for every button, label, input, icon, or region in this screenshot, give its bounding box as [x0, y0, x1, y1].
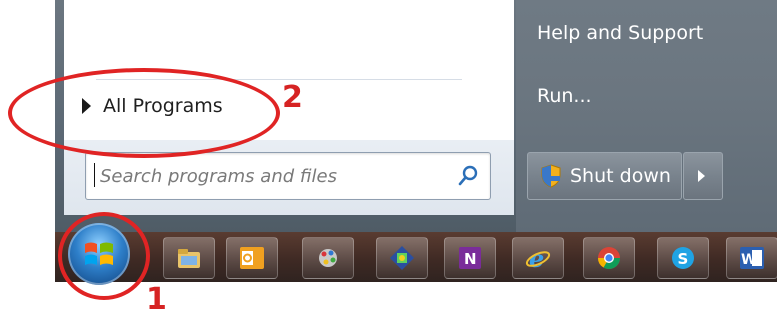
outlook-button[interactable]: [226, 237, 278, 279]
shutdown-options-button[interactable]: [683, 152, 723, 200]
svg-text:W: W: [741, 252, 756, 268]
internet-explorer-button[interactable]: e: [512, 237, 564, 279]
file-explorer-icon: [178, 249, 200, 268]
annotation-label-1: 1: [146, 282, 167, 317]
internet-explorer-icon: e: [525, 244, 551, 272]
shutdown-button[interactable]: Shut down: [527, 152, 682, 200]
outlook-icon: [240, 247, 264, 269]
network-icon: [390, 246, 414, 270]
chrome-button[interactable]: [583, 237, 635, 279]
help-and-support-link[interactable]: Help and Support: [537, 22, 703, 44]
text-caret: [94, 163, 95, 187]
skype-icon: S: [672, 247, 694, 269]
paint-icon: [319, 249, 337, 267]
start-button[interactable]: [68, 223, 130, 285]
onenote-button[interactable]: N: [444, 237, 496, 279]
svg-text:S: S: [678, 250, 689, 268]
menu-separator: [96, 79, 462, 80]
word-icon: W: [740, 247, 764, 269]
skype-button[interactable]: S: [657, 237, 709, 279]
expand-arrow-icon: [82, 98, 91, 114]
run-link[interactable]: Run...: [537, 85, 592, 107]
shutdown-label: Shut down: [570, 165, 671, 187]
svg-text:N: N: [464, 250, 477, 268]
chrome-icon: [598, 247, 620, 269]
all-programs-label: All Programs: [103, 95, 223, 117]
search-box[interactable]: [85, 152, 491, 200]
chevron-right-icon: [698, 170, 705, 182]
shield-icon: [541, 164, 561, 188]
network-button[interactable]: [376, 237, 428, 279]
word-button[interactable]: W: [726, 237, 777, 279]
search-icon[interactable]: [458, 164, 480, 186]
file-explorer-button[interactable]: [163, 237, 215, 279]
onenote-icon: N: [459, 247, 481, 269]
windows-logo-icon: [85, 242, 113, 265]
search-input[interactable]: [98, 159, 452, 193]
paint-button[interactable]: [302, 237, 354, 279]
all-programs-item[interactable]: All Programs: [78, 88, 338, 124]
